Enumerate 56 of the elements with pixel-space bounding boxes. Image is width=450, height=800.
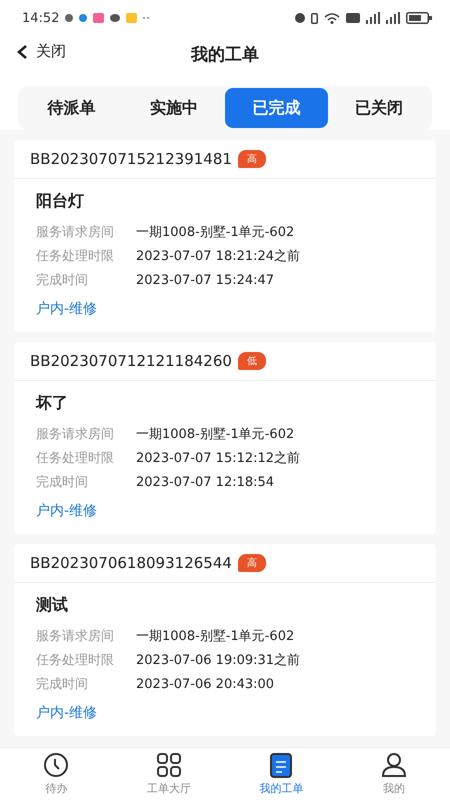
person-icon [380,752,407,778]
status-tab[interactable]: 实施中 [122,88,225,128]
field-value: 一期1008-别墅-1单元-602 [136,224,294,241]
nav-item[interactable]: 我的 [344,748,444,800]
status-tab[interactable]: 已关闭 [328,88,430,128]
order-title: 坏了 [36,393,69,414]
order-card[interactable]: BB2023070712121184260 低 坏了 服务请求房间 一期1008-别墅-1单元-602 任务处理时限 2023-07-07 15:12:12之前 完成时间 2023-07-07 12:18:54 户内-维修 [14,342,436,534]
field-label: 完成时间 [36,676,89,693]
page-title: 我的工单 [191,44,259,66]
document-icon [268,752,294,778]
field-value: 一期1008-别墅-1单元-602 [136,628,294,645]
order-card[interactable]: BB2023070715212391481 高 阳台灯 服务请求房间 一期1008-别墅-1单元-602 任务处理时限 2023-07-07 18:21:24之前 完成时间 2023-07-07 15:24:47 户内-维修 [14,140,436,332]
field-value: 2023-07-07 15:12:12之前 [136,450,300,467]
field-label: 服务请求房间 [36,426,115,443]
back-icon [16,44,28,60]
nav-item[interactable]: 我的工单 [231,748,332,800]
order-number: BB2023070715212391481 [30,150,232,168]
field-value: 2023-07-06 19:09:31之前 [136,652,300,669]
field-label: 服务请求房间 [36,628,115,645]
order-title: 测试 [36,595,69,616]
field-label: 任务处理时限 [36,652,115,669]
back-label: 关闭 [36,42,66,61]
back-button[interactable]: 关闭 [16,42,66,61]
field-label: 任务处理时限 [36,450,115,467]
order-title: 阳台灯 [36,191,85,212]
nav-item[interactable]: 工单大厅 [118,748,219,800]
signal-icon [386,12,400,24]
status-tab[interactable]: 待派单 [20,88,122,128]
clock-icon [43,752,70,778]
field-label: 完成时间 [36,272,89,289]
order-category: 户内-维修 [36,502,98,520]
priority-tag: 低 [238,352,266,370]
order-category: 户内-维修 [36,300,98,318]
field-value: 2023-07-07 12:18:54 [136,474,274,490]
vibrate-icon [311,12,318,24]
grid-icon [156,752,182,778]
field-value: 2023-07-06 20:43:00 [136,676,274,692]
field-label: 服务请求房间 [36,224,115,241]
order-card[interactable]: BB2023070618093126544 高 测试 服务请求房间 一期1008-别墅-1单元-602 任务处理时限 2023-07-06 19:09:31之前 完成时间 2023-07-06 20:43:00 户内-维修 [14,544,436,736]
order-number: BB2023070618093126544 [30,554,232,572]
priority-tag: 高 [238,150,266,168]
nav-item[interactable]: 待办 [6,748,106,800]
field-value: 2023-07-07 18:21:24之前 [136,248,300,265]
priority-tag: 高 [238,554,266,572]
signal-icon [366,12,380,24]
field-label: 完成时间 [36,474,89,491]
field-value: 一期1008-别墅-1单元-602 [136,426,294,443]
order-category: 户内-维修 [36,704,98,722]
status-time: 14:52 [22,10,60,26]
field-label: 任务处理时限 [36,248,115,265]
app-notification-icon [93,13,104,23]
wifi-icon [324,12,340,24]
status-tab[interactable]: 已完成 [225,88,328,128]
field-value: 2023-07-07 15:24:47 [136,272,274,288]
battery-icon [406,12,432,24]
order-number: BB2023070712121184260 [30,352,232,370]
